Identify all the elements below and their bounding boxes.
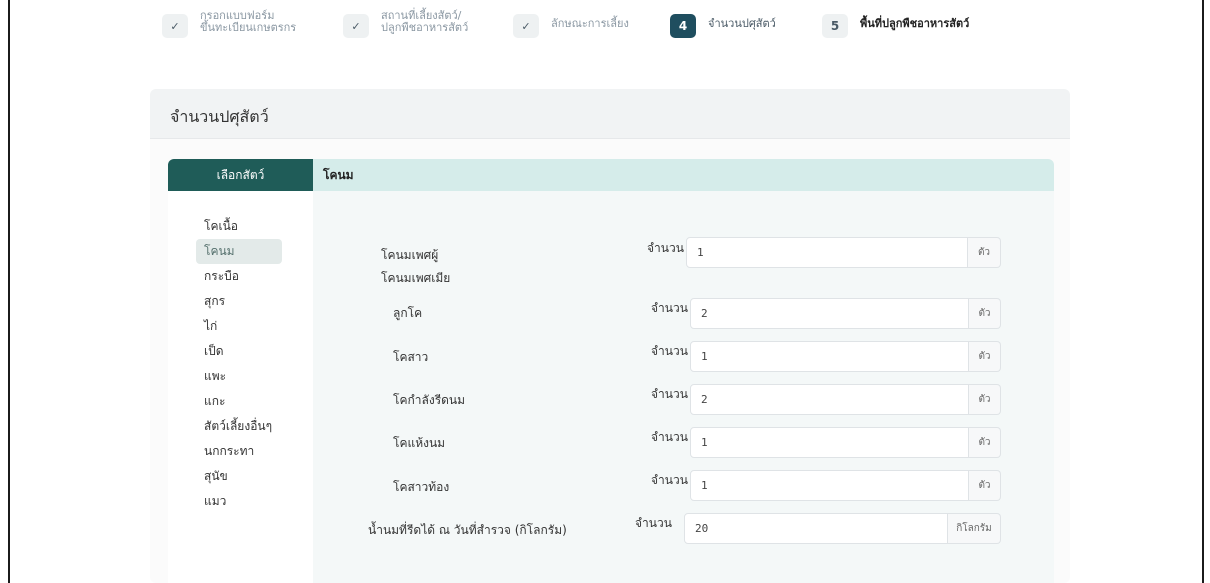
qty-label: จำนวน	[635, 516, 672, 530]
animal-item-swine[interactable]: สุกร	[196, 289, 282, 314]
qty-label: จำนวน	[651, 344, 688, 358]
livestock-card: จำนวนปศุสัตว์ เลือกสัตว์ โคนม โคเนื้อ โค…	[150, 89, 1070, 583]
male-unit: ตัว	[968, 237, 1001, 268]
qty-label: จำนวน	[651, 430, 688, 444]
step-5[interactable]: 5 พื้นที่ปลูกพืชอาหารสัตว์	[822, 10, 969, 38]
selected-animal-header: โคนม	[313, 159, 1054, 191]
heifer-unit: ตัว	[969, 341, 1001, 372]
animal-item-other[interactable]: สัตว์เลี้ยงอื่นๆ	[196, 414, 282, 439]
female-heading: โคนมเพศเมีย	[381, 271, 451, 285]
step-4[interactable]: 4 จำนวนปศุสัตว์	[670, 10, 776, 38]
animal-item-duck[interactable]: เป็ด	[196, 339, 282, 364]
milking-cow-unit: ตัว	[969, 384, 1001, 415]
animal-item-chicken[interactable]: ไก่	[196, 314, 282, 339]
animal-item-goat[interactable]: แพะ	[196, 364, 282, 389]
check-icon: ✓	[343, 14, 369, 38]
registration-stepper: ✓ กรอกแบบฟอร์ม ขึ้นทะเบียนเกษตรกร ✓ สถาน…	[10, 10, 1202, 50]
step-4-label: จำนวนปศุสัตว์	[708, 17, 776, 30]
animal-item-quail[interactable]: นกกระทา	[196, 439, 282, 464]
qty-label: จำนวน	[651, 387, 688, 401]
dairy-form: โคนมเพศผู้ จำนวน ตัว โคนมเพศเมีย ลูกโค จ…	[313, 191, 1054, 583]
check-icon: ✓	[162, 14, 188, 38]
milk-label: น้ำนมที่รีดได้ ณ วันที่สำรวจ (กิโลกรัม)	[368, 523, 567, 537]
animal-item-beef-cattle[interactable]: โคเนื้อ	[196, 214, 282, 239]
pregnant-heifer-label: โคสาวท้อง	[393, 480, 450, 494]
step-2-label: สถานที่เลี้ยงสัตว์/ ปลูกพืชอาหารสัตว์	[381, 10, 468, 34]
app-frame: ✓ กรอกแบบฟอร์ม ขึ้นทะเบียนเกษตรกร ✓ สถาน…	[8, 0, 1204, 583]
step-4-number: 4	[670, 14, 696, 38]
animal-item-dog[interactable]: สุนัข	[196, 464, 282, 489]
step-1-label-line: กรอกแบบฟอร์ม ขึ้นทะเบียนเกษตรกร	[200, 9, 297, 34]
step-5-label: พื้นที่ปลูกพืชอาหารสัตว์	[860, 17, 970, 30]
step-1[interactable]: ✓ กรอกแบบฟอร์ม ขึ้นทะเบียนเกษตรกร	[162, 10, 296, 38]
animal-list: โคเนื้อ โคนม กระบือ สุกร ไก่ เป็ด แพะ แก…	[168, 191, 313, 583]
step-1-label: กรอกแบบฟอร์ม ขึ้นทะเบียนเกษตรกร	[200, 10, 296, 34]
milk-unit: กิโลกรัม	[948, 513, 1001, 544]
animal-item-cat[interactable]: แมว	[196, 489, 282, 514]
heifer-count-input[interactable]	[690, 341, 969, 372]
pregnant-heifer-count-input[interactable]	[690, 470, 969, 501]
animal-item-dairy-cattle[interactable]: โคนม	[196, 239, 282, 264]
step-2[interactable]: ✓ สถานที่เลี้ยงสัตว์/ ปลูกพืชอาหารสัตว์	[343, 10, 468, 38]
male-label: โคนมเพศผู้	[381, 248, 439, 262]
animal-item-buffalo[interactable]: กระบือ	[196, 264, 282, 289]
milk-amount-input[interactable]	[684, 513, 948, 544]
qty-label: จำนวน	[651, 473, 688, 487]
dry-cow-unit: ตัว	[969, 427, 1001, 458]
step-3-label: ลักษณะการเลี้ยง	[551, 17, 629, 30]
animal-item-sheep[interactable]: แกะ	[196, 389, 282, 414]
qty-label: จำนวน	[651, 301, 688, 315]
pregnant-heifer-unit: ตัว	[969, 470, 1001, 501]
milking-cow-label: โคกำลังรีดนม	[393, 393, 466, 407]
step-2-label-line: สถานที่เลี้ยงสัตว์/ ปลูกพืชอาหารสัตว์	[381, 9, 469, 34]
dry-cow-count-input[interactable]	[690, 427, 969, 458]
heifer-label: โคสาว	[393, 350, 429, 364]
card-title: จำนวนปศุสัตว์	[150, 89, 1070, 139]
calf-unit: ตัว	[969, 298, 1001, 329]
calf-label: ลูกโค	[393, 306, 423, 320]
animal-list-header: เลือกสัตว์	[168, 159, 313, 191]
milking-cow-count-input[interactable]	[690, 384, 969, 415]
step-3[interactable]: ✓ ลักษณะการเลี้ยง	[513, 10, 629, 38]
livestock-panel: เลือกสัตว์ โคนม โคเนื้อ โคนม กระบือ สุกร…	[168, 159, 1054, 583]
check-icon: ✓	[513, 14, 539, 38]
step-5-number: 5	[822, 14, 848, 38]
qty-label: จำนวน	[647, 241, 684, 255]
male-count-input[interactable]	[686, 237, 968, 268]
dry-cow-label: โคแห้งนม	[393, 436, 446, 450]
calf-count-input[interactable]	[690, 298, 969, 329]
